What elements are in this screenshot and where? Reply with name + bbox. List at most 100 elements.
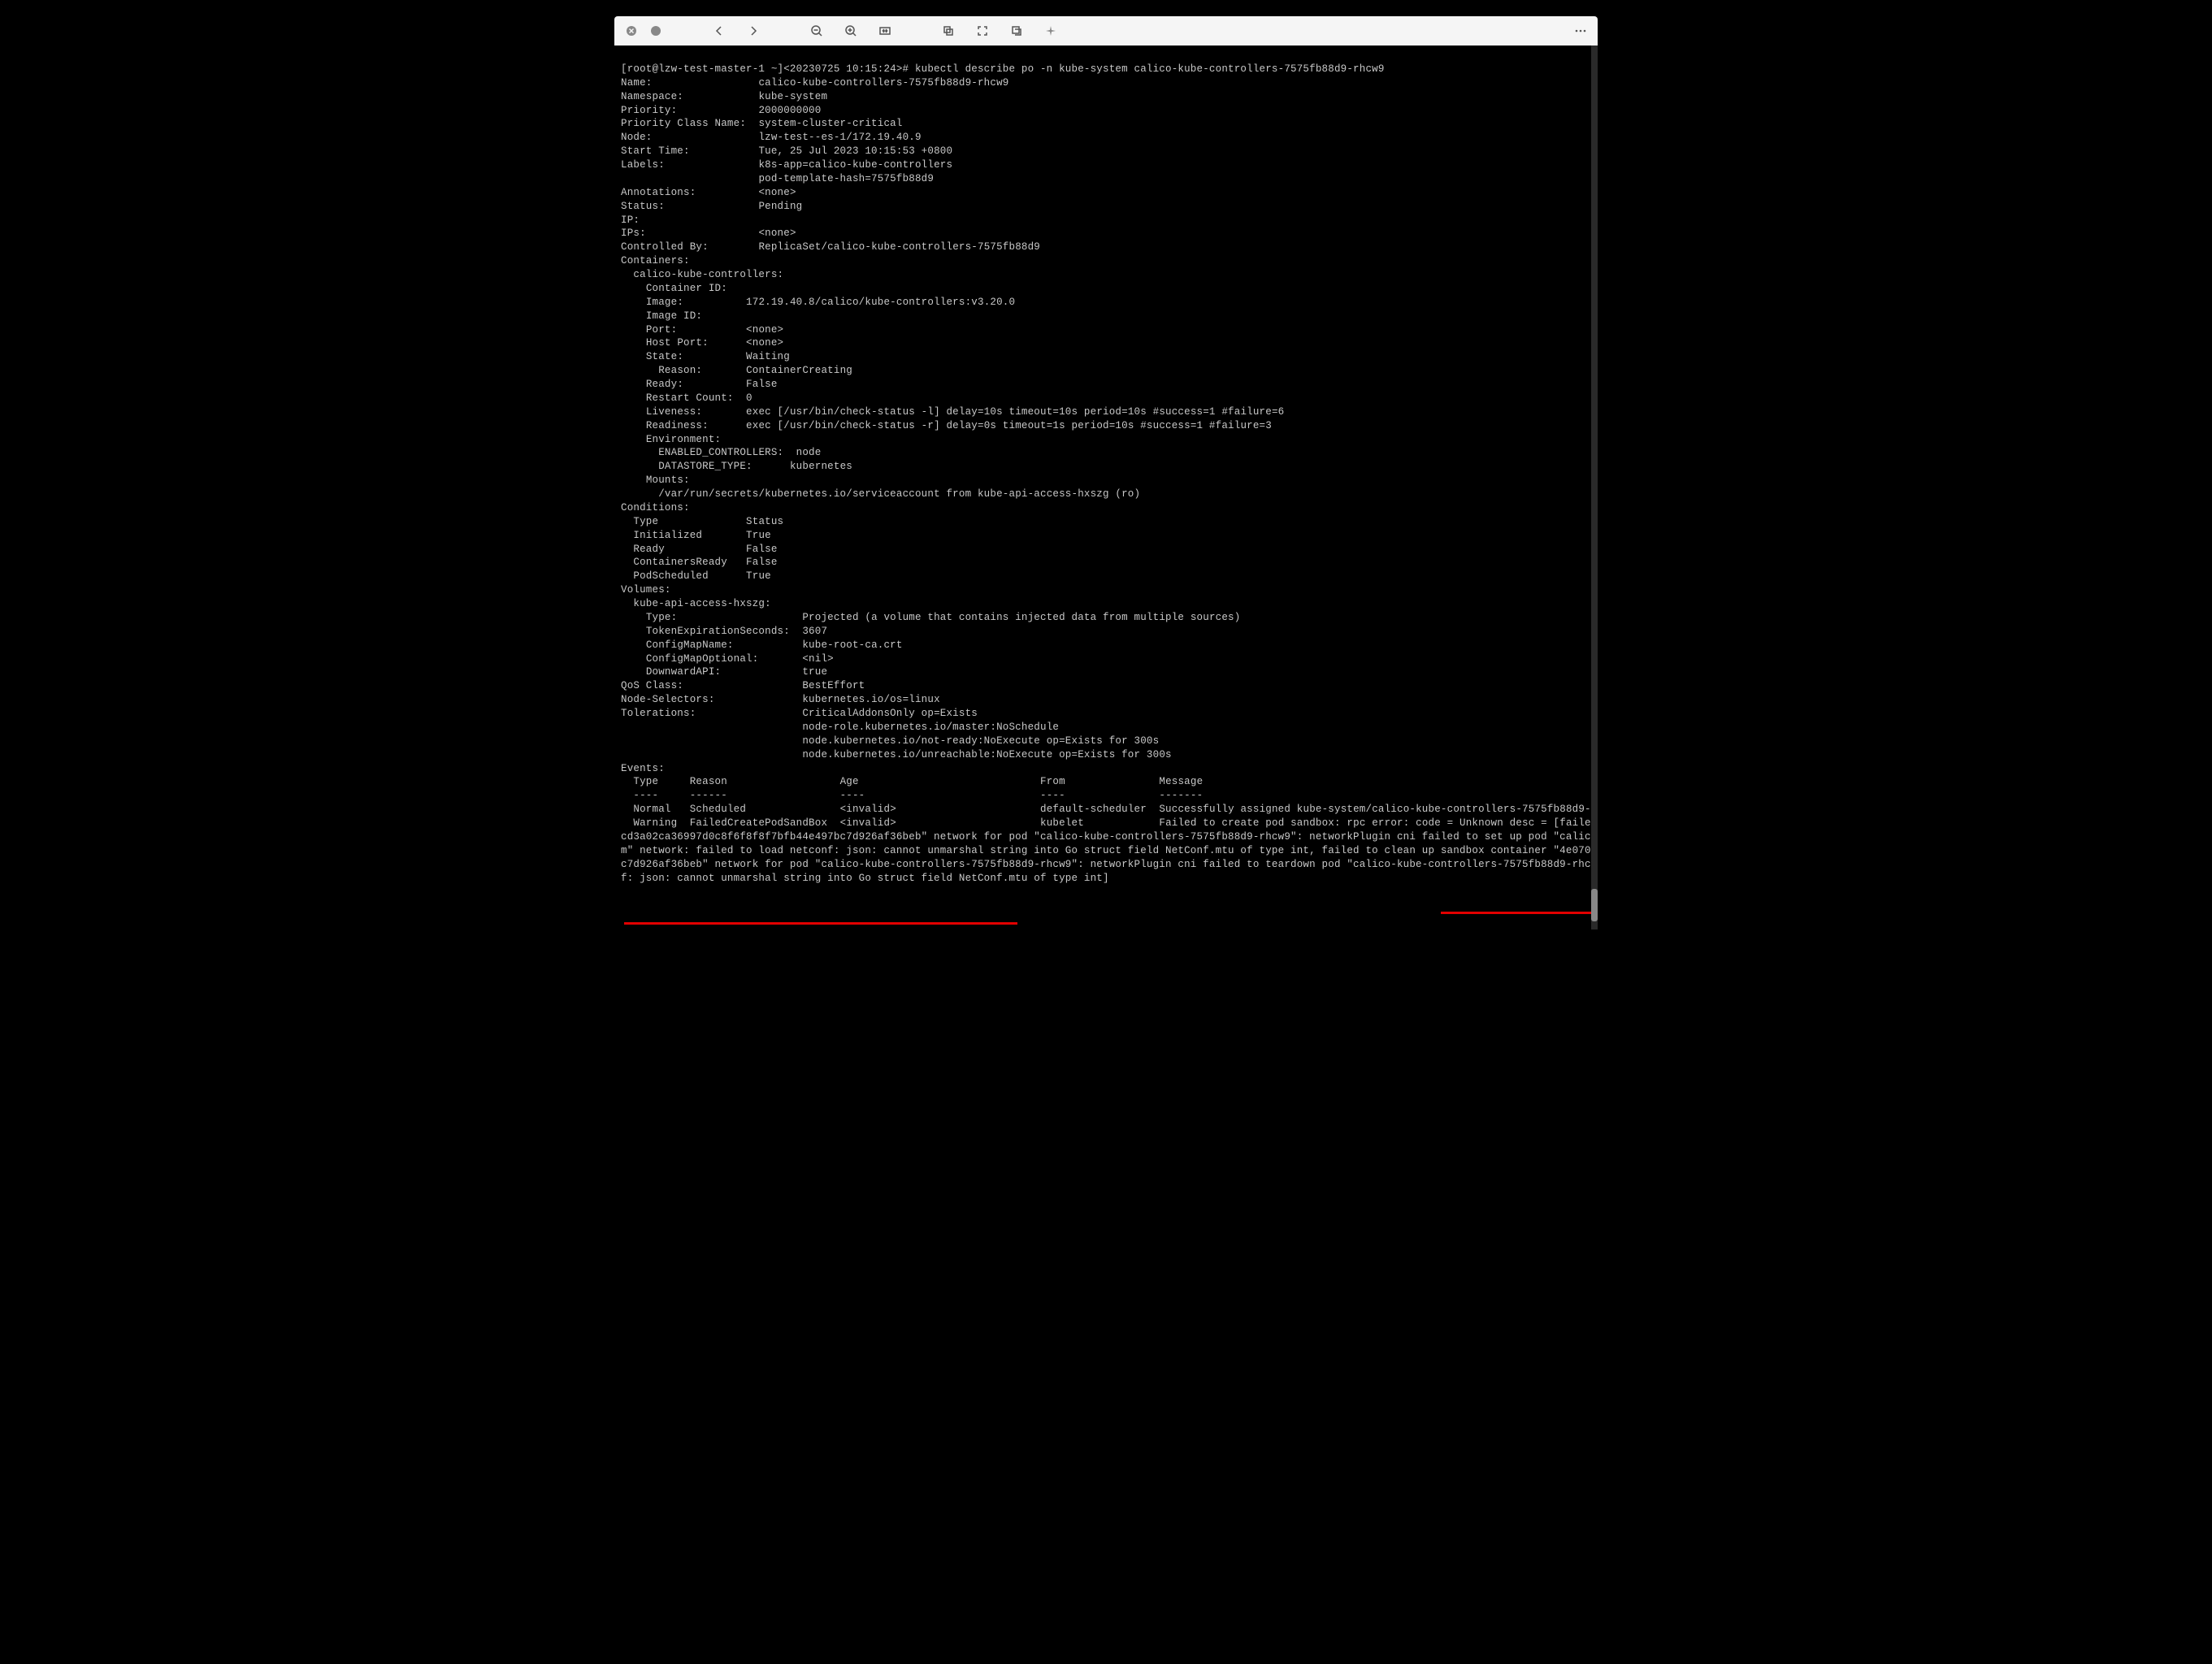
field-label: QoS Class: xyxy=(621,680,683,691)
event-reason: Scheduled xyxy=(690,804,746,815)
field-label: Status: xyxy=(621,201,665,212)
field-value: kubernetes.io/os=linux xyxy=(802,694,939,705)
section-header: Containers: xyxy=(621,255,690,266)
field-value: <none> xyxy=(746,337,783,349)
divider: ---- xyxy=(840,790,865,801)
event-message: m" network: failed to load netconf: json… xyxy=(621,845,1598,856)
field-value: False xyxy=(746,557,778,568)
field-label: ContainersReady xyxy=(633,557,727,568)
field-value: False xyxy=(746,379,778,390)
field-value: pod-template-hash=7575fb88d9 xyxy=(758,173,934,184)
container-name: calico-kube-controllers: xyxy=(633,269,783,280)
field-label: Node-Selectors: xyxy=(621,694,715,705)
field-label: Environment: xyxy=(646,434,721,445)
zoom-out-icon[interactable] xyxy=(808,22,826,40)
field-label: Node: xyxy=(621,132,653,143)
field-label: Annotations: xyxy=(621,187,696,198)
field-value: exec [/usr/bin/check-status -r] delay=0s… xyxy=(746,420,1272,431)
sparkle-icon[interactable] xyxy=(1042,22,1060,40)
field-label: Image: xyxy=(646,297,683,308)
field-label: Tolerations: xyxy=(621,708,696,719)
field-label: Reason: xyxy=(658,365,702,376)
event-message: f: json: cannot unmarshal string into Go… xyxy=(621,873,1109,884)
field-value: kube-root-ca.crt xyxy=(802,639,902,651)
scrollbar-track[interactable] xyxy=(1591,46,1598,930)
event-message: c7d926af36beb" network for pod "calico-k… xyxy=(621,859,1598,870)
divider: ---- xyxy=(633,790,658,801)
field-value: k8s-app=calico-kube-controllers xyxy=(758,159,952,171)
field-label: Controlled By: xyxy=(621,241,709,253)
back-icon[interactable] xyxy=(710,22,728,40)
col-header: Type xyxy=(633,776,658,787)
field-label: PodScheduled xyxy=(633,570,708,582)
col-header: Type xyxy=(633,516,658,527)
col-header: Status xyxy=(746,516,783,527)
field-value: False xyxy=(746,544,778,555)
field-label: Restart Count: xyxy=(646,392,734,404)
field-label: Ready: xyxy=(646,379,683,390)
field-value: True xyxy=(746,570,771,582)
zoom-in-icon[interactable] xyxy=(842,22,860,40)
col-header: Reason xyxy=(690,776,727,787)
scrollbar-thumb[interactable] xyxy=(1591,889,1598,921)
close-icon[interactable] xyxy=(622,22,640,40)
copy-icon[interactable] xyxy=(939,22,957,40)
col-header: From xyxy=(1040,776,1065,787)
col-header: Message xyxy=(1159,776,1203,787)
field-label: TokenExpirationSeconds: xyxy=(646,626,790,637)
divider: ------- xyxy=(1159,790,1203,801)
event-from: kubelet xyxy=(1040,817,1084,829)
field-label: DATASTORE_TYPE: xyxy=(658,461,753,472)
divider: ---- xyxy=(1040,790,1065,801)
event-age: <invalid> xyxy=(840,817,896,829)
field-label: IPs: xyxy=(621,228,646,239)
field-value: system-cluster-critical xyxy=(758,118,902,129)
field-label: Labels: xyxy=(621,159,665,171)
field-value: node xyxy=(796,447,822,458)
field-label: Priority Class Name: xyxy=(621,118,746,129)
terminal-window: [root@lzw-test-master-1 ~]<20230725 10:1… xyxy=(614,16,1598,930)
field-value: 2000000000 xyxy=(758,105,821,116)
field-label: Ready xyxy=(633,544,665,555)
field-value: ContainerCreating xyxy=(746,365,852,376)
field-label: Initialized xyxy=(633,530,702,541)
field-value: Pending xyxy=(758,201,802,212)
field-label: Mounts: xyxy=(646,474,690,486)
field-value: Waiting xyxy=(746,351,790,362)
field-value: Projected (a volume that contains inject… xyxy=(802,612,1240,623)
field-value: exec [/usr/bin/check-status -l] delay=10… xyxy=(746,406,1284,418)
fullscreen-icon[interactable] xyxy=(974,22,991,40)
field-value: 0 xyxy=(746,392,753,404)
event-age: <invalid> xyxy=(840,804,896,815)
field-value: <nil> xyxy=(802,653,834,665)
field-label: Readiness: xyxy=(646,420,709,431)
field-label: Priority: xyxy=(621,105,677,116)
more-icon[interactable] xyxy=(1572,22,1590,40)
toolbar xyxy=(614,16,1598,46)
field-label: Port: xyxy=(646,324,678,336)
field-value: <none> xyxy=(746,324,783,336)
field-value: kube-system xyxy=(758,91,827,102)
stop-icon[interactable] xyxy=(647,22,665,40)
field-label: ConfigMapName: xyxy=(646,639,734,651)
section-header: Events: xyxy=(621,763,665,774)
field-label: ConfigMapOptional: xyxy=(646,653,759,665)
highlight-underline xyxy=(1441,912,1594,914)
forward-icon[interactable] xyxy=(744,22,762,40)
field-label: Type: xyxy=(646,612,678,623)
field-label: Image ID: xyxy=(646,310,702,322)
field-value: node.kubernetes.io/not-ready:NoExecute o… xyxy=(802,735,1159,747)
field-value: node.kubernetes.io/unreachable:NoExecute… xyxy=(802,749,1171,760)
field-value: node-role.kubernetes.io/master:NoSchedul… xyxy=(802,722,1059,733)
terminal-output[interactable]: [root@lzw-test-master-1 ~]<20230725 10:1… xyxy=(614,46,1598,930)
field-value: <none> xyxy=(758,228,796,239)
window-icon[interactable] xyxy=(1008,22,1026,40)
field-label: Start Time: xyxy=(621,145,690,157)
field-value: calico-kube-controllers-7575fb88d9-rhcw9 xyxy=(758,77,1008,89)
fit-width-icon[interactable] xyxy=(876,22,894,40)
section-header: Conditions: xyxy=(621,502,690,514)
field-value: True xyxy=(746,530,771,541)
event-message: Failed to create pod sandbox: rpc error:… xyxy=(1159,817,1598,829)
field-value: lzw-test--es-1/172.19.40.9 xyxy=(758,132,921,143)
highlight-underline xyxy=(624,922,1017,925)
